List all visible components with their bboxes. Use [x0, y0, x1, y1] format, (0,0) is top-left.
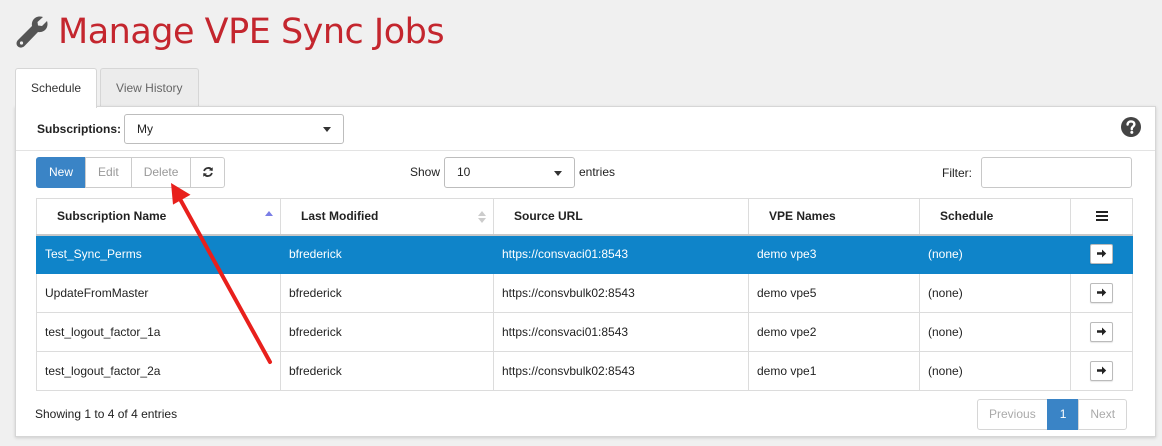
- chevron-down-icon: [323, 127, 331, 132]
- arrow-right-icon: [1097, 327, 1107, 336]
- sort-both-icon: [478, 211, 486, 223]
- cell-action: [1070, 312, 1133, 352]
- subscriptions-label: Subscriptions:: [37, 122, 122, 136]
- table-info: Showing 1 to 4 of 4 entries: [35, 407, 178, 421]
- column-header-schedule[interactable]: Schedule: [919, 198, 1071, 236]
- sort-asc-icon: [265, 211, 273, 216]
- open-row-button[interactable]: [1090, 244, 1113, 265]
- cell-source-url: https://consvaci01:8543: [493, 234, 749, 274]
- filter-input[interactable]: [981, 157, 1132, 188]
- table-row[interactable]: test_logout_factor_1a bfrederick https:/…: [36, 312, 1133, 352]
- toolbar: New Edit Delete: [36, 157, 226, 188]
- column-header-label: VPE Names: [769, 209, 836, 224]
- cell-subscription-name: test_logout_factor_2a: [36, 351, 281, 391]
- show-label: Show: [410, 165, 441, 179]
- page-length-select[interactable]: 10: [444, 157, 575, 188]
- open-row-button[interactable]: [1090, 361, 1113, 381]
- cell-last-modified: bfrederick: [280, 312, 494, 352]
- column-header-last-modified[interactable]: Last Modified: [280, 198, 494, 236]
- open-row-button[interactable]: [1090, 322, 1113, 342]
- cell-last-modified: bfrederick: [280, 234, 494, 274]
- tab-view-history[interactable]: View History: [100, 68, 199, 107]
- new-button[interactable]: New: [36, 157, 87, 188]
- chevron-down-icon: [554, 170, 562, 176]
- schedule-panel: Subscriptions: My New Edit Delete Show 1…: [15, 106, 1156, 437]
- column-header-label: Subscription Name: [57, 209, 167, 224]
- cell-schedule: (none): [919, 312, 1071, 352]
- refresh-icon: [203, 167, 213, 177]
- edit-button[interactable]: Edit: [85, 157, 132, 188]
- cell-schedule: (none): [919, 234, 1071, 274]
- column-header-vpe-names[interactable]: VPE Names: [748, 198, 920, 236]
- cell-vpe-names: demo vpe3: [748, 234, 920, 274]
- cell-subscription-name: test_logout_factor_1a: [36, 312, 281, 352]
- column-header-label: Schedule: [940, 209, 994, 224]
- tab-bar: Schedule View History: [15, 68, 202, 108]
- cell-source-url: https://consvbulk02:8543: [493, 273, 749, 313]
- cell-action: [1070, 234, 1133, 274]
- cell-schedule: (none): [919, 273, 1071, 313]
- tab-schedule[interactable]: Schedule: [15, 68, 98, 108]
- cell-subscription-name: UpdateFromMaster: [36, 273, 281, 313]
- sync-jobs-table: Subscription Name Last Modified Source U…: [36, 198, 1133, 391]
- cell-last-modified: bfrederick: [280, 273, 494, 313]
- arrow-right-icon: [1097, 249, 1107, 258]
- table-row[interactable]: test_logout_factor_2a bfrederick https:/…: [36, 351, 1133, 391]
- cell-action: [1070, 351, 1133, 391]
- open-row-button[interactable]: [1090, 283, 1113, 303]
- delete-button[interactable]: Delete: [130, 157, 192, 188]
- table-row[interactable]: UpdateFromMaster bfrederick https://cons…: [36, 273, 1133, 313]
- cell-schedule: (none): [919, 351, 1071, 391]
- cell-last-modified: bfrederick: [280, 351, 494, 391]
- cell-vpe-names: demo vpe5: [748, 273, 920, 313]
- pagination: Previous 1 Next: [977, 399, 1128, 430]
- subscriptions-row: Subscriptions: My: [16, 107, 1155, 151]
- menu-icon: [1095, 211, 1108, 222]
- next-page-button[interactable]: Next: [1078, 399, 1128, 430]
- table-header-row: Subscription Name Last Modified Source U…: [36, 198, 1133, 236]
- help-icon[interactable]: [1120, 116, 1142, 138]
- previous-page-button[interactable]: Previous: [977, 399, 1048, 430]
- column-menu-header[interactable]: [1070, 198, 1133, 236]
- wrench-icon: [16, 16, 48, 48]
- arrow-right-icon: [1097, 288, 1107, 297]
- column-header-label: Last Modified: [301, 209, 379, 224]
- page-length-value: 10: [457, 165, 471, 179]
- entries-label: entries: [579, 165, 616, 179]
- column-header-label: Source URL: [514, 209, 583, 224]
- column-header-source-url[interactable]: Source URL: [493, 198, 749, 236]
- subscriptions-select[interactable]: My: [124, 114, 344, 144]
- filter-label: Filter:: [942, 166, 972, 180]
- table-row[interactable]: Test_Sync_Perms bfrederick https://consv…: [36, 234, 1133, 274]
- cell-vpe-names: demo vpe1: [748, 351, 920, 391]
- cell-source-url: https://consvaci01:8543: [493, 312, 749, 352]
- page-header: Manage VPE Sync Jobs: [14, 12, 445, 52]
- cell-action: [1070, 273, 1133, 313]
- refresh-button[interactable]: [190, 157, 226, 188]
- page-title: Manage VPE Sync Jobs: [58, 12, 445, 52]
- arrow-right-icon: [1097, 366, 1107, 375]
- cell-vpe-names: demo vpe2: [748, 312, 920, 352]
- column-header-subscription-name[interactable]: Subscription Name: [36, 198, 281, 236]
- page-1-button[interactable]: 1: [1046, 399, 1080, 430]
- cell-subscription-name: Test_Sync_Perms: [36, 234, 281, 274]
- subscriptions-select-value: My: [137, 122, 153, 136]
- cell-source-url: https://consvbulk02:8543: [493, 351, 749, 391]
